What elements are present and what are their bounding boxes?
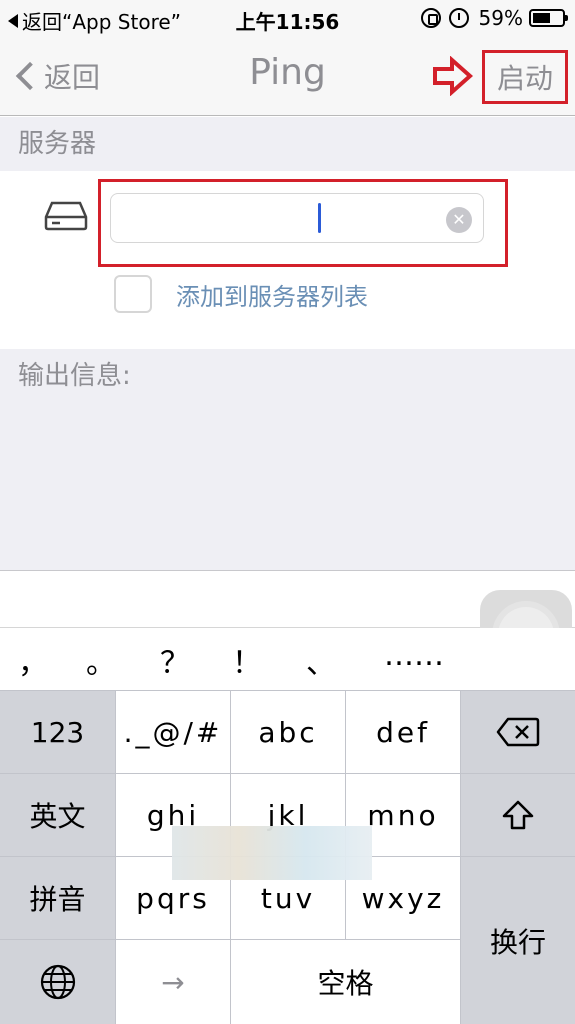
key-wxyz-label: wxyz [361,881,445,915]
add-to-server-list-label[interactable]: 添加到服务器列表 [176,277,368,312]
text-caret [318,203,321,233]
delete-icon [496,717,540,747]
key-english[interactable]: 英文 [0,774,115,856]
shift-icon [502,800,534,830]
key-symbols-label: ._@/# [123,715,223,749]
key-enter[interactable]: 换行 [461,857,575,1024]
punct-comma[interactable]: ， [18,638,48,682]
punctuation-candidate-bar: ， 。 ？ ！ 、 …… [0,628,575,690]
status-bar: 返回“App Store” 上午11:56 59% [0,0,575,38]
lock-rotation-icon [420,8,441,28]
add-to-server-list-checkbox[interactable] [114,275,152,313]
key-globe[interactable] [0,940,115,1024]
output-text-area [0,403,575,571]
key-abc[interactable]: abc [231,691,345,773]
server-input[interactable] [110,193,484,243]
key-pqrs-label: pqrs [136,881,210,915]
punct-exclamation[interactable]: ！ [232,638,262,682]
clear-input-icon[interactable]: ✕ [446,207,472,233]
key-space-label: 空格 [317,967,374,1000]
hard-drive-icon [44,201,88,231]
key-123[interactable]: 123 [0,691,115,773]
key-tuv-label: tuv [260,881,316,915]
server-panel: ✕ 添加到服务器列表 [0,171,575,349]
server-section-header: 服务器 [0,117,575,171]
battery-percent: 59% [478,6,523,30]
navigation-bar: 返回 Ping 启动 [0,38,575,116]
key-mno-label: mno [367,798,439,832]
key-symbols[interactable]: ._@/# [116,691,230,773]
battery-fill [533,13,550,23]
key-arrow-label: → [161,965,185,999]
punct-enumeration-comma[interactable]: 、 [306,638,336,682]
start-button[interactable]: 启动 [482,50,568,104]
key-space[interactable]: 空格 [231,940,460,1024]
battery-icon [529,9,568,27]
globe-icon [40,964,75,1000]
alarm-icon [448,8,469,28]
punct-period[interactable]: 。 [86,638,116,682]
key-def[interactable]: def [346,691,460,773]
key-pinyin[interactable]: 拼音 [0,857,115,939]
key-abc-label: abc [258,715,318,749]
output-section-header: 输出信息: [0,349,575,403]
key-123-label: 123 [30,715,85,749]
key-def-label: def [376,715,430,749]
key-enter-label: 换行 [489,925,546,959]
arrow-right-icon [433,56,474,96]
key-arrow[interactable]: → [116,940,230,1024]
blurred-overlay [172,826,372,880]
status-right-group: 59% [413,6,568,30]
punct-ellipsis[interactable]: …… [384,638,444,673]
key-english-label: 英文 [29,800,86,833]
key-pinyin-label: 拼音 [29,883,86,916]
punct-question[interactable]: ？ [160,638,190,682]
key-shift[interactable] [461,774,575,856]
key-delete[interactable] [461,691,575,773]
